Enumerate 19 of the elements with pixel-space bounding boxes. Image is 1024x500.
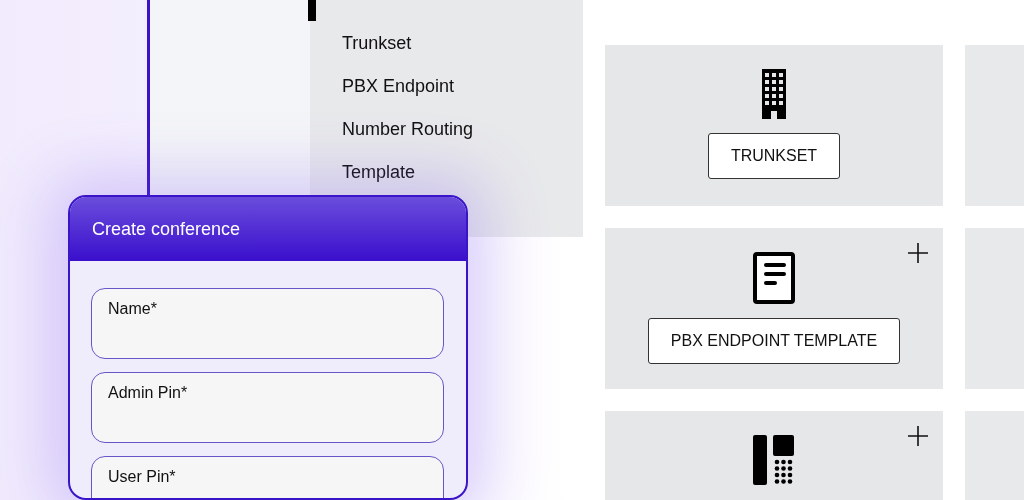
dialog-title: Create conference xyxy=(92,218,241,241)
input-field[interactable]: Name* xyxy=(91,288,444,359)
add-icon[interactable] xyxy=(908,426,928,446)
field-label: User Pin* xyxy=(108,467,176,487)
menu-item[interactable]: Number Routing xyxy=(342,118,474,141)
menu-item[interactable]: PBX Endpoint xyxy=(342,75,455,98)
input-field[interactable]: User Pin* xyxy=(91,456,444,498)
desk-phone-icon xyxy=(753,435,795,487)
add-icon[interactable] xyxy=(908,243,928,263)
field-label: Name* xyxy=(108,299,157,319)
menu-item[interactable]: Trunkset xyxy=(342,32,412,55)
card-button[interactable]: PBX ENDPOINT TEMPLATE xyxy=(647,318,901,364)
field-label: Admin Pin* xyxy=(108,383,188,403)
document-icon xyxy=(753,252,795,304)
active-indicator xyxy=(308,0,316,21)
card-button[interactable]: TRUNKSET xyxy=(707,133,841,179)
building-icon xyxy=(761,69,787,119)
menu-item[interactable]: Template xyxy=(342,161,416,184)
input-field[interactable]: Admin Pin* xyxy=(91,372,444,443)
